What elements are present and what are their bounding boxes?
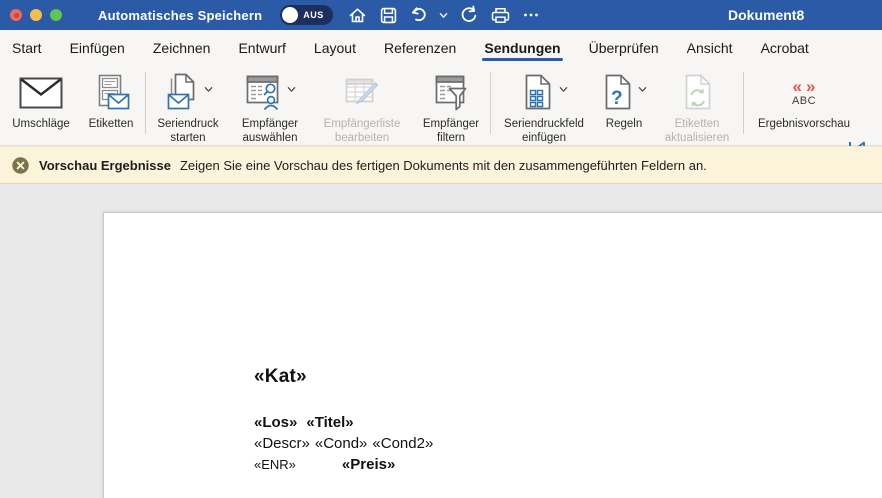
redo-icon <box>459 5 479 25</box>
umschlaege-button[interactable]: Umschläge <box>4 64 78 145</box>
merge-field-los: «Los» <box>254 414 297 431</box>
filter-recipients-icon <box>432 73 470 113</box>
close-window-button[interactable] <box>10 9 22 21</box>
ribbon-divider <box>145 72 146 134</box>
seriendruck-starten-label: Seriendruck starten <box>147 118 229 145</box>
tab-referenzen[interactable]: Referenzen <box>384 33 456 62</box>
merge-field-descr: «Descr» <box>254 435 310 452</box>
print-icon <box>490 6 511 25</box>
merge-field-enr: «ENR» <box>254 457 296 472</box>
undo-icon <box>409 5 429 25</box>
save-button[interactable] <box>377 4 399 26</box>
tab-ueberpruefen[interactable]: Überprüfen <box>589 33 659 62</box>
labels-sheet-envelope-icon <box>91 74 131 112</box>
ribbon-group-start-merge: Seriendruck starten Empfänger auswäh <box>147 64 489 145</box>
ribbon-group-preview: «» ABC Ergebnisvorschau <box>745 64 863 145</box>
home-icon <box>348 6 367 25</box>
undo-button[interactable] <box>408 4 430 26</box>
word-window: Automatisches Speichern AUS <box>0 0 882 498</box>
ergebnisvorschau-label: Ergebnisvorschau <box>758 118 850 132</box>
ergebnisvorschau-button[interactable]: «» ABC Ergebnisvorschau <box>745 64 863 145</box>
merge-field-line-descr: «Descr» «Cond»«Cond2» <box>254 435 882 452</box>
minimize-window-button[interactable] <box>30 9 42 21</box>
autosave-toggle-knob <box>282 7 298 23</box>
merge-field-line-enr-preis: «ENR» «Preis» <box>254 456 882 473</box>
redo-button[interactable] <box>458 4 480 26</box>
empfaenger-auswaehlen-button[interactable]: Empfänger auswählen <box>229 64 311 145</box>
seriendruck-starten-dropdown-icon <box>204 85 213 94</box>
ribbon-tab-bar: Start Einfügen Zeichnen Entwurf Layout R… <box>0 30 882 64</box>
ribbon-group-fields: Seriendruckfeld einfügen ? Regeln <box>492 64 742 145</box>
empfaenger-filtern-button[interactable]: Empfänger filtern <box>413 64 489 145</box>
autosave-toggle[interactable]: AUS <box>280 5 333 25</box>
ribbon-group-create: Umschläge Etiketten <box>4 64 144 145</box>
quick-access-toolbar <box>346 4 542 26</box>
tab-layout[interactable]: Layout <box>314 33 356 62</box>
merge-field-line-los-titel: «Los» «Titel» <box>254 414 882 431</box>
merge-field-titel: «Titel» <box>306 414 353 431</box>
tab-einfuegen[interactable]: Einfügen <box>70 33 125 62</box>
message-bar-text: Zeigen Sie eine Vorschau des fertigen Do… <box>180 158 707 173</box>
tab-zeichnen[interactable]: Zeichnen <box>153 33 211 62</box>
undo-dropdown-chevron-icon <box>439 11 448 20</box>
message-bar: Vorschau Ergebnisse Zeigen Sie eine Vors… <box>0 146 882 184</box>
autosave-label: Automatisches Speichern <box>98 8 262 23</box>
ribbon: Umschläge Etiketten <box>0 64 882 146</box>
print-button[interactable] <box>489 4 511 26</box>
message-bar-title: Vorschau Ergebnisse <box>39 158 171 173</box>
more-commands-button[interactable] <box>520 4 542 26</box>
traffic-lights <box>10 9 62 21</box>
merge-field-kat: «Kat» <box>254 366 882 388</box>
etiketten-aktualisieren-button: Etiketten aktualisieren <box>652 64 742 145</box>
etiketten-label: Etiketten <box>89 118 134 132</box>
tab-sendungen[interactable]: Sendungen <box>484 33 560 62</box>
close-message-button[interactable] <box>12 157 29 174</box>
empfaengerliste-bearbeiten-label: Empfängerliste bearbeiten <box>311 118 413 145</box>
envelope-icon <box>19 77 63 109</box>
update-labels-icon <box>679 73 715 113</box>
merge-fields-block: «Kat» «Los»«Titel» «Descr»«Cond»«Cond2» … <box>104 213 882 473</box>
tab-start[interactable]: Start <box>12 33 42 62</box>
autosave-state-label: AUS <box>303 10 324 20</box>
regeln-dropdown-icon <box>638 85 647 94</box>
zoom-window-button[interactable] <box>50 9 62 21</box>
edit-recipient-list-icon <box>341 74 383 112</box>
seriendruck-starten-button[interactable]: Seriendruck starten <box>147 64 229 145</box>
mailmerge-start-icon <box>163 73 201 113</box>
rules-icon: ? <box>601 73 635 113</box>
title-bar: Automatisches Speichern AUS <box>0 0 882 30</box>
ribbon-divider <box>490 72 491 134</box>
document-area: «Kat» «Los»«Titel» «Descr»«Cond»«Cond2» … <box>0 184 882 498</box>
empfaenger-filtern-label: Empfänger filtern <box>413 118 489 145</box>
merge-field-cond2: «Cond2» <box>372 435 433 452</box>
empfaengerliste-bearbeiten-button: Empfängerliste bearbeiten <box>311 64 413 145</box>
etiketten-aktualisieren-label: Etiketten aktualisieren <box>652 118 742 145</box>
umschlaege-label: Umschläge <box>12 118 70 132</box>
etiketten-button[interactable]: Etiketten <box>78 64 144 145</box>
preview-results-icon: «» ABC <box>789 79 820 107</box>
save-icon <box>379 6 398 25</box>
regeln-label: Regeln <box>606 118 642 132</box>
ribbon-divider <box>743 72 744 134</box>
select-recipients-icon <box>244 73 284 113</box>
merge-field-cond: «Cond» <box>315 435 368 452</box>
regeln-button[interactable]: ? Regeln <box>596 64 652 145</box>
undo-dropdown-button[interactable] <box>439 4 449 26</box>
tab-entwurf[interactable]: Entwurf <box>238 33 285 62</box>
seriendruckfeld-einfuegen-button[interactable]: Seriendruckfeld einfügen <box>492 64 596 145</box>
document-page[interactable]: «Kat» «Los»«Titel» «Descr»«Cond»«Cond2» … <box>103 212 882 498</box>
seriendruckfeld-einfuegen-label: Seriendruckfeld einfügen <box>492 118 596 145</box>
tab-acrobat[interactable]: Acrobat <box>761 33 809 62</box>
insert-merge-field-icon <box>520 73 556 113</box>
seriendruckfeld-dropdown-icon <box>559 85 568 94</box>
svg-text:?: ? <box>611 88 623 109</box>
document-title: Dokument8 <box>728 7 804 23</box>
merge-field-preis: «Preis» <box>342 456 395 473</box>
home-button[interactable] <box>346 4 368 26</box>
more-ellipsis-icon <box>522 6 540 24</box>
empfaenger-auswaehlen-dropdown-icon <box>287 85 296 94</box>
tab-ansicht[interactable]: Ansicht <box>687 33 733 62</box>
empfaenger-auswaehlen-label: Empfänger auswählen <box>229 118 311 145</box>
